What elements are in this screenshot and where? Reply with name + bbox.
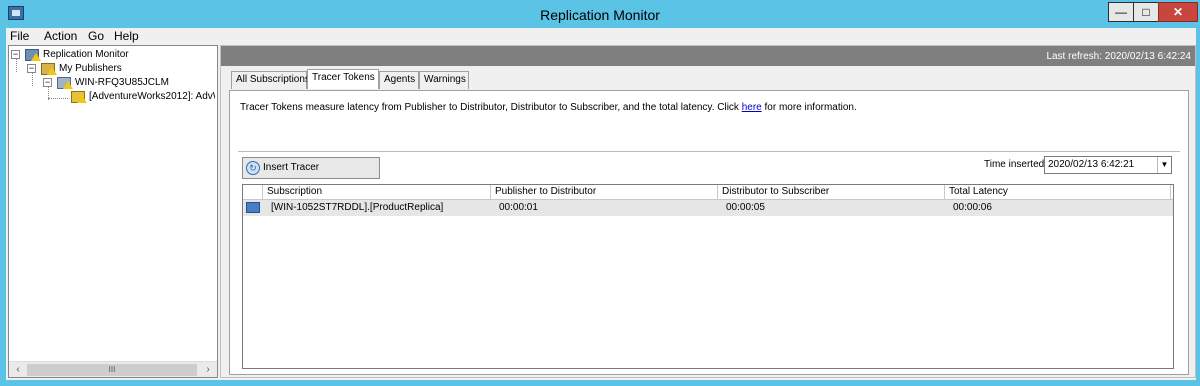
tab-agents[interactable]: Agents — [379, 71, 419, 89]
time-inserted-label: Time inserted: — [984, 159, 1047, 170]
insert-tracer-label: Insert Tracer — [263, 162, 320, 173]
close-button[interactable]: ✕ — [1158, 2, 1198, 22]
tracer-tokens-page: Tracer Tokens measure latency from Publi… — [229, 90, 1189, 375]
tree-view[interactable]: − Replication Monitor − My Publishers − … — [8, 45, 218, 378]
cell-publisher-to-distributor: 00:00:01 — [499, 202, 538, 213]
tab-all-subscriptions[interactable]: All Subscriptions — [231, 71, 310, 89]
menu-bar: File Action Go Help — [6, 28, 1196, 44]
minimize-button[interactable]: — — [1108, 2, 1134, 22]
column-total-latency[interactable]: Total Latency — [945, 185, 1171, 200]
details-panel: Last refresh: 2020/02/13 6:42:24 All Sub… — [220, 45, 1196, 378]
table-row[interactable]: [WIN-1052ST7RDDL].[ProductReplica] 00:00… — [243, 200, 1173, 216]
window-title: Replication Monitor — [540, 7, 660, 23]
tree-node-label: Replication Monitor — [43, 49, 129, 60]
scroll-thumb[interactable]: III — [27, 364, 197, 376]
tree-connector — [16, 58, 17, 72]
cell-distributor-to-subscriber: 00:00:05 — [726, 202, 765, 213]
more-info-link[interactable]: here — [742, 102, 762, 113]
tracer-grid[interactable]: Subscription Publisher to Distributor Di… — [242, 184, 1174, 369]
tree-node-label: WIN-RFQ3U85JCLM — [75, 77, 169, 88]
collapse-icon[interactable]: − — [11, 50, 20, 59]
tree-connector — [32, 72, 33, 86]
time-inserted-value: 2020/02/13 6:42:21 — [1048, 159, 1135, 170]
tab-warnings[interactable]: Warnings — [419, 71, 469, 89]
cell-subscription: [WIN-1052ST7RDDL].[ProductReplica] — [271, 202, 444, 213]
insert-tracer-icon: ↻ — [246, 161, 260, 175]
menu-help[interactable]: Help — [114, 29, 139, 43]
horizontal-scrollbar[interactable]: ‹ III › — [9, 361, 217, 377]
last-refresh-text: Last refresh: 2020/02/13 6:42:24 — [1046, 51, 1191, 62]
maximize-button[interactable]: □ — [1133, 2, 1159, 22]
menu-go[interactable]: Go — [88, 29, 104, 43]
description-text: Tracer Tokens measure latency from Publi… — [240, 102, 857, 113]
description-prefix: Tracer Tokens measure latency from Publi… — [240, 102, 742, 113]
column-subscription[interactable]: Subscription — [263, 185, 491, 200]
time-inserted-dropdown[interactable]: 2020/02/13 6:42:21 ▼ — [1044, 156, 1172, 174]
grid-header: Subscription Publisher to Distributor Di… — [243, 185, 1173, 200]
menu-action[interactable]: Action — [44, 29, 77, 43]
cell-total-latency: 00:00:06 — [953, 202, 992, 213]
scroll-right-icon[interactable]: › — [201, 364, 215, 376]
tab-tracer-tokens[interactable]: Tracer Tokens — [307, 69, 379, 89]
warning-icon — [47, 67, 57, 75]
tree-connector — [48, 98, 68, 99]
warning-icon — [31, 53, 41, 61]
tree-node-publication[interactable]: [AdventureWorks2012]: AdvW — [71, 90, 215, 104]
warning-icon — [63, 81, 73, 89]
column-publisher-to-distributor[interactable]: Publisher to Distributor — [491, 185, 718, 200]
tree-node-label: [AdventureWorks2012]: AdvW — [89, 90, 215, 104]
insert-tracer-button[interactable]: ↻ Insert Tracer — [242, 157, 380, 179]
description-suffix: for more information. — [761, 102, 857, 113]
app-window: Replication Monitor — □ ✕ File Action Go… — [0, 0, 1200, 386]
chevron-down-icon[interactable]: ▼ — [1157, 157, 1171, 173]
title-bar[interactable]: Replication Monitor — □ ✕ — [0, 0, 1200, 30]
collapse-icon[interactable]: − — [43, 78, 52, 87]
refresh-bar: Last refresh: 2020/02/13 6:42:24 — [221, 46, 1195, 66]
tree-node-label: My Publishers — [59, 63, 122, 74]
warning-icon — [77, 95, 87, 103]
client-area: File Action Go Help − Replication Monito… — [6, 28, 1196, 380]
separator — [238, 151, 1180, 152]
subscription-icon — [246, 202, 260, 213]
scroll-left-icon[interactable]: ‹ — [11, 364, 25, 376]
header-icon-cell — [243, 185, 263, 200]
menu-file[interactable]: File — [10, 29, 29, 43]
column-distributor-to-subscriber[interactable]: Distributor to Subscriber — [718, 185, 945, 200]
collapse-icon[interactable]: − — [27, 64, 36, 73]
